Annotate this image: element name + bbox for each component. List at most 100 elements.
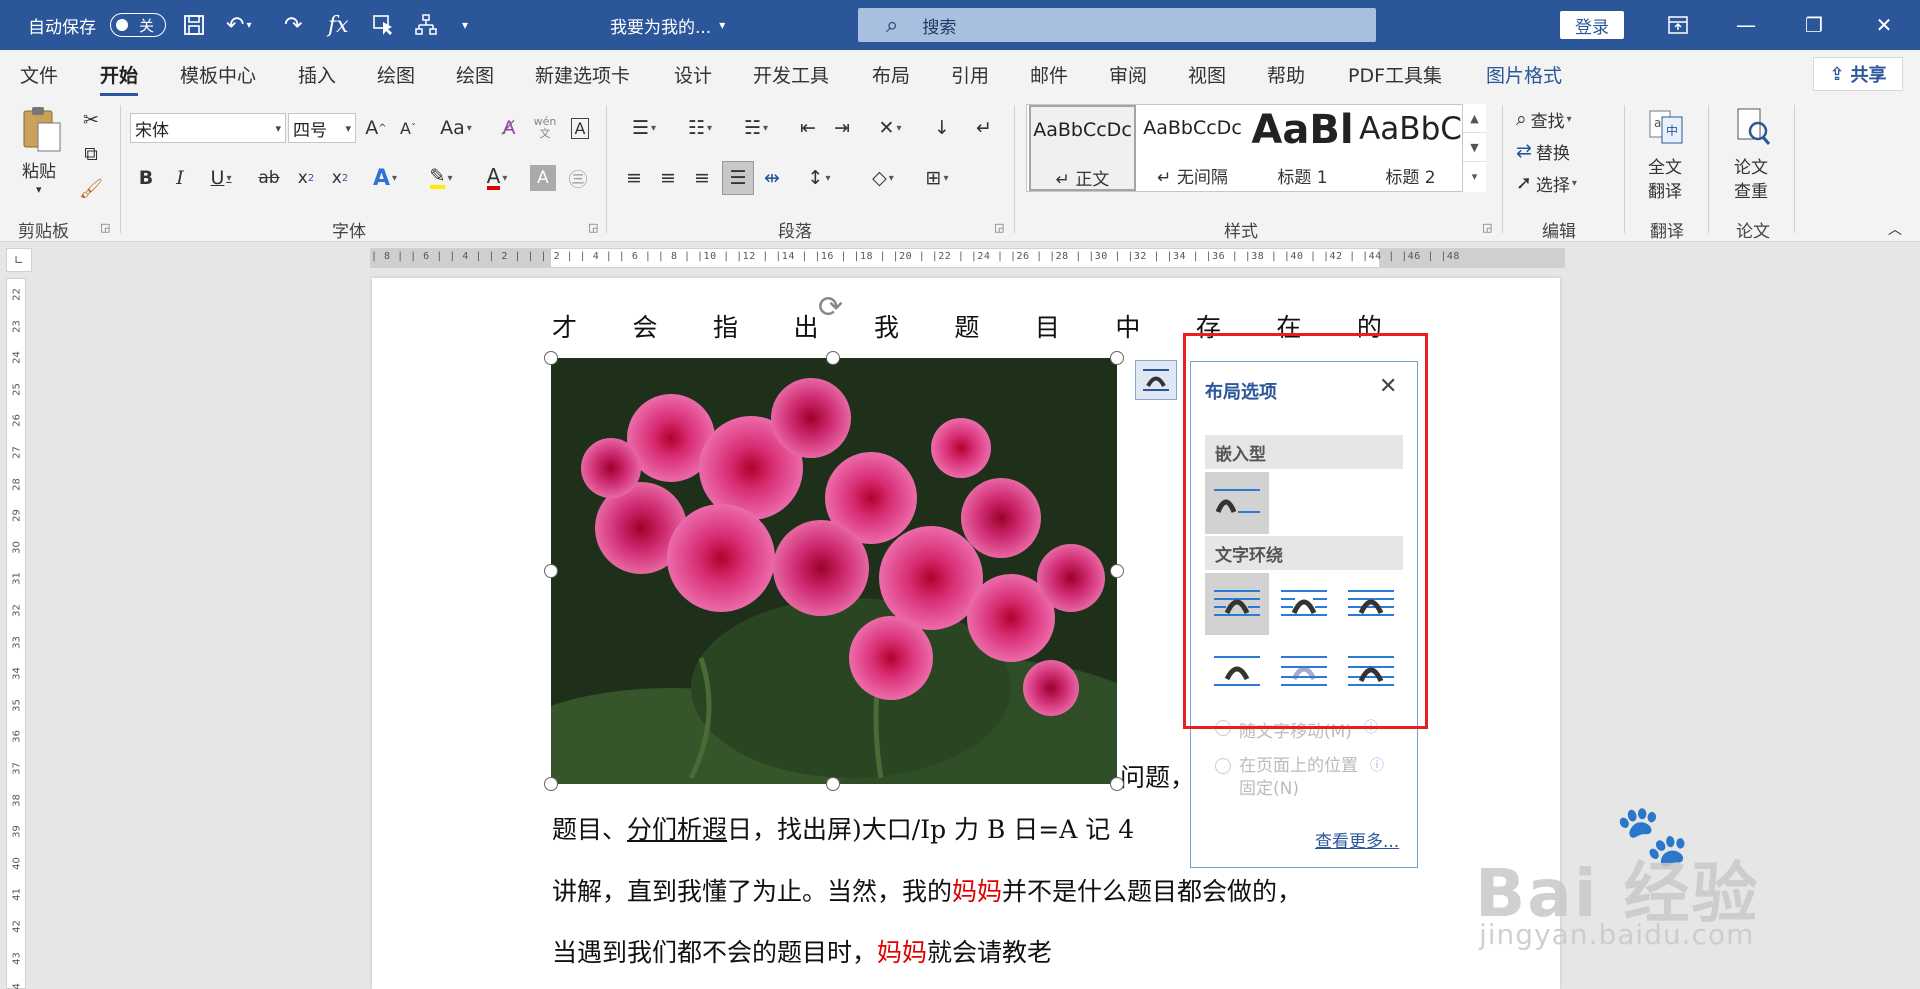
- resize-handle[interactable]: [826, 351, 840, 365]
- clear-format-icon[interactable]: A̸: [494, 113, 524, 143]
- formula-icon[interactable]: fx: [328, 0, 349, 50]
- see-more-link[interactable]: 查看更多...: [1315, 827, 1399, 852]
- tab-draw-2[interactable]: 绘图: [456, 61, 494, 88]
- text-effects-icon[interactable]: A ▾: [364, 163, 406, 193]
- tab-file[interactable]: 文件: [20, 61, 58, 88]
- document-title[interactable]: 我要为我的... ▾: [610, 0, 725, 50]
- align-left-icon[interactable]: ≡: [620, 163, 648, 193]
- tab-view[interactable]: 视图: [1188, 61, 1226, 88]
- style-heading-1[interactable]: AaBl 标题 1: [1249, 105, 1356, 191]
- rotate-handle-icon[interactable]: ⟳: [818, 290, 843, 325]
- strikethrough-icon[interactable]: ab: [254, 163, 284, 193]
- thesis-label-1[interactable]: 论文: [1734, 153, 1768, 178]
- align-center-icon[interactable]: ≡: [654, 163, 682, 193]
- increase-indent-icon[interactable]: ⇥: [828, 113, 856, 143]
- tab-new[interactable]: 新建选项卡: [535, 61, 630, 88]
- tab-insert[interactable]: 插入: [298, 61, 336, 88]
- thesis-check-icon[interactable]: [1730, 105, 1774, 149]
- find-button[interactable]: ⌕ 查找 ▾: [1516, 105, 1572, 133]
- align-right-icon[interactable]: ≡: [688, 163, 716, 193]
- paste-label[interactable]: 粘贴: [22, 157, 56, 182]
- translate-label-1[interactable]: 全文: [1648, 153, 1682, 178]
- justify-icon[interactable]: ☰: [722, 161, 754, 195]
- org-chart-icon[interactable]: [414, 0, 438, 50]
- tab-design[interactable]: 设计: [674, 61, 712, 88]
- borders-icon[interactable]: ⊞ ▾: [914, 163, 960, 193]
- replace-button[interactable]: ⇄ 替换: [1516, 137, 1570, 165]
- paste-icon[interactable]: [18, 105, 66, 153]
- undo-icon[interactable]: ↶ ▾: [226, 0, 251, 50]
- selected-picture[interactable]: [551, 358, 1117, 784]
- save-icon[interactable]: [182, 0, 206, 50]
- collapse-ribbon-icon[interactable]: ︿: [1888, 219, 1902, 239]
- change-case-button[interactable]: Aa ▾: [432, 113, 480, 143]
- vertical-ruler[interactable]: 22 23 24 25 26 27 28 29 30 31 32 33 34 35 36 37 38 39 40 41…: [6, 278, 26, 989]
- layout-options-button[interactable]: [1135, 360, 1177, 400]
- tab-draw-1[interactable]: 绘图: [377, 61, 415, 88]
- minimize-icon[interactable]: —: [1716, 0, 1776, 50]
- decrease-indent-icon[interactable]: ⇤: [794, 113, 822, 143]
- tab-home[interactable]: 开始: [100, 61, 139, 96]
- login-button[interactable]: 登录: [1560, 11, 1624, 39]
- style-no-spacing[interactable]: AaBbCcDc ↵ 无间隔: [1139, 105, 1246, 191]
- tab-templates[interactable]: 模板中心: [180, 61, 256, 88]
- restore-icon[interactable]: ❐: [1784, 0, 1844, 50]
- gallery-up-icon[interactable]: ▲: [1463, 104, 1486, 133]
- redo-icon[interactable]: ↷: [284, 0, 302, 50]
- tab-pdf-tools[interactable]: PDF工具集: [1348, 61, 1442, 88]
- subscript-icon[interactable]: x2: [292, 163, 320, 193]
- customize-qat-icon[interactable]: ▾: [462, 0, 468, 50]
- distribute-icon[interactable]: ⇹: [758, 163, 786, 193]
- show-marks-icon[interactable]: ↵: [970, 113, 998, 143]
- tab-help[interactable]: 帮助: [1267, 61, 1305, 88]
- resize-handle[interactable]: [1110, 564, 1124, 578]
- enclose-char-icon[interactable]: ㊂: [564, 163, 592, 193]
- close-icon[interactable]: ✕: [1854, 0, 1914, 50]
- select-button[interactable]: ➚ 选择 ▾: [1516, 169, 1577, 197]
- superscript-icon[interactable]: x2: [326, 163, 354, 193]
- resize-handle[interactable]: [1110, 351, 1124, 365]
- style-heading-2[interactable]: AaBbC 标题 2: [1357, 105, 1464, 191]
- autosave-toggle[interactable]: 关: [110, 13, 166, 37]
- thesis-label-2[interactable]: 查重: [1734, 177, 1768, 202]
- resize-handle[interactable]: [1110, 777, 1124, 791]
- highlight-color-icon[interactable]: ✎ ▾: [418, 163, 464, 193]
- style-normal[interactable]: AaBbCcDc ↵ 正文: [1029, 105, 1136, 191]
- paste-dropdown-icon[interactable]: ▾: [36, 183, 42, 196]
- resize-handle[interactable]: [544, 564, 558, 578]
- tab-references[interactable]: 引用: [951, 61, 989, 88]
- ribbon-display-icon[interactable]: [1648, 0, 1708, 50]
- fix-position-radio[interactable]: 在页面上的位置 固定(N) ⓘ: [1215, 755, 1384, 801]
- styles-launcher-icon[interactable]: ◲: [1482, 221, 1492, 234]
- tab-developer[interactable]: 开发工具: [753, 61, 829, 88]
- resize-handle[interactable]: [544, 777, 558, 791]
- tab-mailings[interactable]: 邮件: [1030, 61, 1068, 88]
- italic-icon[interactable]: I: [166, 163, 194, 193]
- copy-icon[interactable]: ⧉: [78, 141, 104, 167]
- font-launcher-icon[interactable]: ◲: [588, 221, 598, 234]
- select-objects-icon[interactable]: [372, 0, 396, 50]
- translate-icon[interactable]: a中: [1644, 105, 1688, 149]
- clipboard-launcher-icon[interactable]: ◲: [100, 221, 110, 234]
- char-border-icon[interactable]: A: [566, 113, 594, 143]
- shading-icon[interactable]: ◇ ▾: [860, 163, 906, 193]
- shrink-font-icon[interactable]: Aˇ: [394, 113, 422, 143]
- search-box[interactable]: ⌕ 搜索: [858, 8, 1376, 42]
- resize-handle[interactable]: [826, 777, 840, 791]
- gallery-more-icon[interactable]: ▾: [1463, 162, 1486, 191]
- line-spacing-icon[interactable]: ↕ ▾: [796, 163, 842, 193]
- paragraph-launcher-icon[interactable]: ◲: [994, 221, 1004, 234]
- numbering-icon[interactable]: ☷ ▾: [676, 113, 724, 143]
- tab-review[interactable]: 审阅: [1109, 61, 1147, 88]
- tab-selector-icon[interactable]: ∟: [6, 248, 32, 272]
- multilevel-list-icon[interactable]: ☵ ▾: [732, 113, 780, 143]
- format-painter-icon[interactable]: 🖌: [78, 175, 104, 201]
- font-color-icon[interactable]: A ▾: [474, 163, 520, 193]
- phonetic-guide-icon[interactable]: wén 文: [530, 111, 560, 145]
- sort-icon[interactable]: ↓: [928, 113, 956, 143]
- cut-icon[interactable]: ✂: [78, 107, 104, 133]
- share-button[interactable]: ⇪ 共享: [1813, 57, 1903, 91]
- grow-font-icon[interactable]: A ^: [362, 113, 390, 143]
- char-shading-icon[interactable]: A: [530, 165, 556, 191]
- gallery-down-icon[interactable]: ▼: [1463, 133, 1486, 162]
